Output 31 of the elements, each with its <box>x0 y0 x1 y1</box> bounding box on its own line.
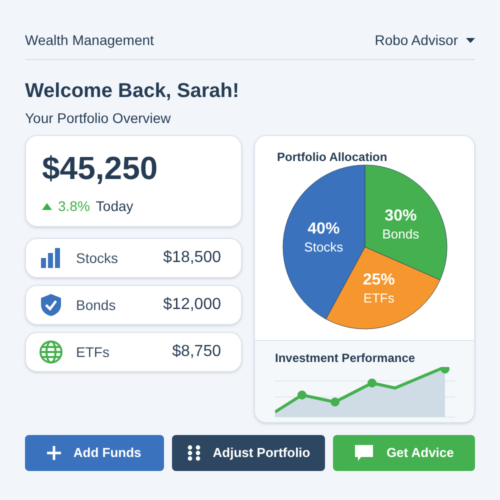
balance-amount: $45,250 <box>42 152 159 184</box>
app-title: Wealth Management <box>25 31 154 50</box>
welcome-heading: Welcome Back, Sarah! <box>25 79 240 104</box>
plus-icon <box>47 446 62 460</box>
holding-amount: $12,000 <box>163 295 221 315</box>
holding-name: Bonds <box>76 296 116 314</box>
holding-amount: $8,750 <box>172 342 221 362</box>
slice-label: Bonds <box>382 226 419 242</box>
slice-percent: 40% <box>307 220 340 238</box>
performance-title: Investment Performance <box>275 350 416 367</box>
allocation-title: Portfolio Allocation <box>277 149 388 166</box>
holding-name: Stocks <box>76 248 118 268</box>
change-period: Today <box>96 197 134 216</box>
bar-chart-icon <box>40 248 62 268</box>
globe-icon <box>39 340 63 364</box>
slice-label: Stocks <box>304 240 343 255</box>
holding-name: ETFs <box>76 342 110 362</box>
menu-dropdown[interactable]: Robo Advisor <box>374 30 475 51</box>
slice-label: ETFs <box>362 290 394 306</box>
grip-dots-icon <box>186 445 201 461</box>
slice-percent: 30% <box>384 208 416 225</box>
action-button[interactable]: Add Funds <box>25 435 164 471</box>
welcome-subtitle: Your Portfolio Overview <box>25 109 172 128</box>
up-triangle-icon <box>42 203 52 210</box>
change-percent: 3.8% <box>58 197 90 216</box>
chat-bubble-icon <box>354 444 374 462</box>
action-button[interactable]: Adjust Portfolio <box>172 435 326 471</box>
holding-amount: $18,500 <box>163 248 221 268</box>
shield-check-icon <box>40 293 62 317</box>
caret-icon <box>466 38 475 43</box>
slice-percent: 25% <box>362 271 394 288</box>
